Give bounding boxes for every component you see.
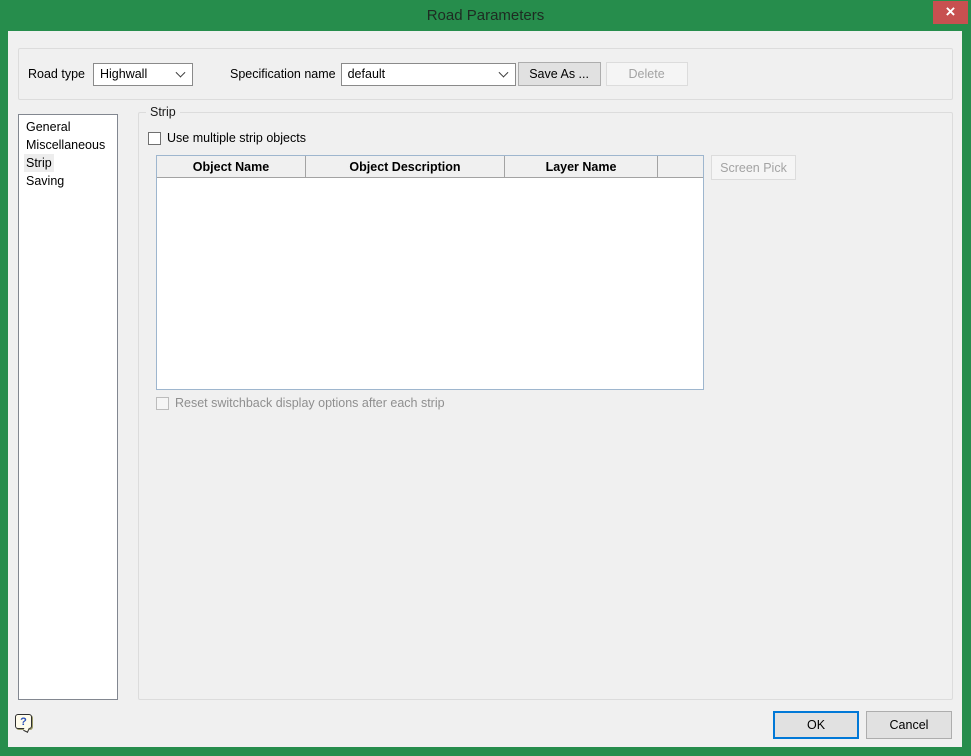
reset-switchback-checkbox <box>156 396 169 410</box>
strip-objects-table-header: Object Name Object Description Layer Nam… <box>157 156 703 178</box>
specification-name-value: default <box>347 67 386 81</box>
ok-button[interactable]: OK <box>773 711 859 739</box>
use-multiple-strip-objects-checkbox-row[interactable]: Use multiple strip objects <box>148 131 306 145</box>
specification-name-label: Specification name <box>229 67 336 81</box>
help-button[interactable]: ? <box>14 713 34 733</box>
road-parameters-window: { "window": { "title": "Road Parameters"… <box>0 0 971 756</box>
strip-groupbox: Strip Use multiple strip objects Object … <box>138 105 953 700</box>
road-type-label: Road type <box>28 67 85 81</box>
sidebar-item-general[interactable]: General <box>24 118 72 136</box>
column-header-filler <box>658 156 703 177</box>
sidebar-item-miscellaneous[interactable]: Miscellaneous <box>24 136 107 154</box>
cancel-button[interactable]: Cancel <box>866 711 952 739</box>
help-icon-tail <box>23 726 30 733</box>
road-type-dropdown[interactable]: Highwall <box>92 62 193 86</box>
specification-name-dropdown[interactable]: default <box>340 62 516 86</box>
sidebar-item-strip[interactable]: Strip <box>24 154 54 172</box>
strip-objects-table[interactable]: Object Name Object Description Layer Nam… <box>156 155 704 390</box>
sidebar-item-saving[interactable]: Saving <box>24 172 66 190</box>
save-as-button[interactable]: Save As ... <box>517 62 601 86</box>
window-title: Road Parameters <box>426 7 545 24</box>
road-type-value: Highwall <box>99 67 148 81</box>
specification-panel: Road type Highwall Specification name de… <box>18 48 953 100</box>
title-bar[interactable]: Road Parameters × <box>0 0 971 31</box>
screen-pick-button: Screen Pick <box>711 155 796 180</box>
column-header-object-description: Object Description <box>306 156 505 177</box>
column-header-layer-name: Layer Name <box>505 156 658 177</box>
reset-switchback-label: Reset switchback display options after e… <box>175 396 445 410</box>
category-listbox[interactable]: General Miscellaneous Strip Saving <box>18 114 118 700</box>
reset-switchback-checkbox-row: Reset switchback display options after e… <box>156 396 445 410</box>
close-icon: × <box>945 2 956 21</box>
help-icon: ? <box>15 714 32 729</box>
column-header-object-name: Object Name <box>157 156 306 177</box>
strip-groupbox-label: Strip <box>146 105 180 119</box>
dialog-client-area: Road type Highwall Specification name de… <box>8 31 962 747</box>
chevron-down-icon <box>175 67 186 78</box>
chevron-down-icon <box>498 67 509 78</box>
delete-button: Delete <box>605 62 688 86</box>
use-multiple-strip-objects-checkbox[interactable] <box>148 131 161 145</box>
close-button[interactable]: × <box>933 1 968 24</box>
use-multiple-strip-objects-label: Use multiple strip objects <box>167 131 306 145</box>
strip-objects-table-body[interactable] <box>157 178 703 389</box>
